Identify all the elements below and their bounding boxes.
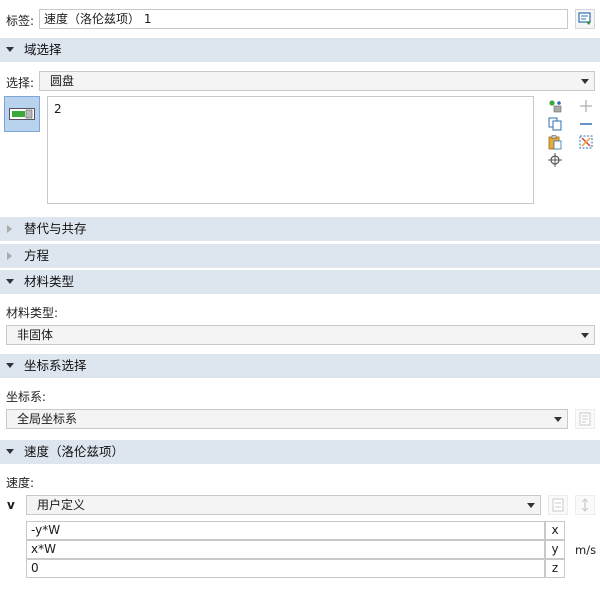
coordinate-system-label: 坐标系: bbox=[6, 390, 47, 404]
section-material-type[interactable]: 材料类型 bbox=[0, 270, 600, 294]
coordinate-y-button[interactable] bbox=[575, 495, 595, 515]
material-type-combo-value: 非固体 bbox=[17, 328, 54, 342]
section-title: 替代与共存 bbox=[24, 221, 87, 236]
chevron-down-icon bbox=[527, 503, 535, 508]
section-title: 速度（洛伦兹项） bbox=[24, 444, 125, 459]
coordinate-x-icon bbox=[552, 498, 564, 512]
section-equation[interactable]: 方程 bbox=[0, 244, 600, 268]
velocity-z-input[interactable]: 0 bbox=[26, 559, 545, 578]
chevron-down-icon bbox=[554, 417, 562, 422]
collapse-arrow-icon bbox=[6, 279, 14, 284]
section-override[interactable]: 替代与共存 bbox=[0, 217, 600, 241]
section-title: 方程 bbox=[24, 248, 50, 263]
chevron-down-icon bbox=[581, 333, 589, 338]
section-title: 材料类型 bbox=[24, 274, 75, 289]
expand-arrow-icon bbox=[7, 252, 12, 260]
material-type-combo[interactable]: 非固体 bbox=[6, 325, 595, 345]
section-coordinate-system[interactable]: 坐标系选择 bbox=[0, 354, 600, 378]
coordinate-system-combo-value: 全局坐标系 bbox=[17, 412, 78, 426]
add-icon[interactable] bbox=[578, 98, 594, 114]
collapse-arrow-icon bbox=[6, 449, 14, 454]
velocity-y-input[interactable]: x*W bbox=[26, 540, 545, 559]
coordinate-y-icon bbox=[581, 498, 589, 512]
velocity-mode-combo[interactable]: 用户定义 bbox=[26, 495, 541, 515]
coordinate-settings-button[interactable] bbox=[575, 409, 595, 429]
selection-combo[interactable]: 圆盘 bbox=[39, 71, 595, 91]
remove-icon[interactable] bbox=[578, 116, 594, 132]
velocity-z-axis-label: z bbox=[545, 559, 565, 578]
paste-selection-icon[interactable] bbox=[547, 98, 563, 114]
velocity-label: 速度: bbox=[6, 476, 35, 490]
velocity-y-axis-label: y bbox=[545, 540, 565, 559]
section-velocity[interactable]: 速度（洛伦兹项） bbox=[0, 440, 600, 464]
section-title: 坐标系选择 bbox=[24, 358, 87, 373]
coordinate-settings-icon bbox=[579, 412, 591, 426]
velocity-x-input[interactable]: -y*W bbox=[26, 521, 545, 540]
collapse-arrow-icon bbox=[6, 47, 14, 52]
section-title: 域选择 bbox=[24, 42, 62, 57]
selection-combo-value: 圆盘 bbox=[50, 74, 75, 88]
expand-arrow-icon bbox=[7, 225, 12, 233]
material-type-label: 材料类型: bbox=[6, 306, 59, 320]
chevron-down-icon bbox=[581, 79, 589, 84]
zoom-selection-icon[interactable] bbox=[547, 152, 563, 168]
velocity-unit: m/s bbox=[575, 543, 597, 557]
domain-toggle-icon bbox=[9, 108, 35, 120]
clear-selection-icon[interactable] bbox=[578, 134, 594, 150]
velocity-symbol: v bbox=[7, 498, 15, 512]
velocity-mode-value: 用户定义 bbox=[37, 498, 86, 512]
settings-panel-button[interactable] bbox=[575, 9, 595, 29]
velocity-x-axis-label: x bbox=[545, 521, 565, 540]
settings-panel-icon bbox=[578, 12, 591, 25]
label-field-label: 标签: bbox=[6, 14, 35, 28]
section-domain-selection[interactable]: 域选择 bbox=[0, 38, 600, 62]
label-input[interactable]: 速度（洛伦兹项） 1 bbox=[39, 9, 568, 29]
domain-selection-list[interactable]: 2 bbox=[47, 96, 534, 204]
domain-active-toggle[interactable] bbox=[4, 96, 40, 132]
coordinate-system-combo[interactable]: 全局坐标系 bbox=[6, 409, 568, 429]
copy-icon[interactable] bbox=[547, 116, 563, 132]
list-item[interactable]: 2 bbox=[54, 102, 62, 116]
clipboard-icon[interactable] bbox=[547, 134, 563, 150]
selection-label: 选择: bbox=[6, 76, 35, 90]
coordinate-x-button[interactable] bbox=[548, 495, 568, 515]
collapse-arrow-icon bbox=[6, 363, 14, 368]
